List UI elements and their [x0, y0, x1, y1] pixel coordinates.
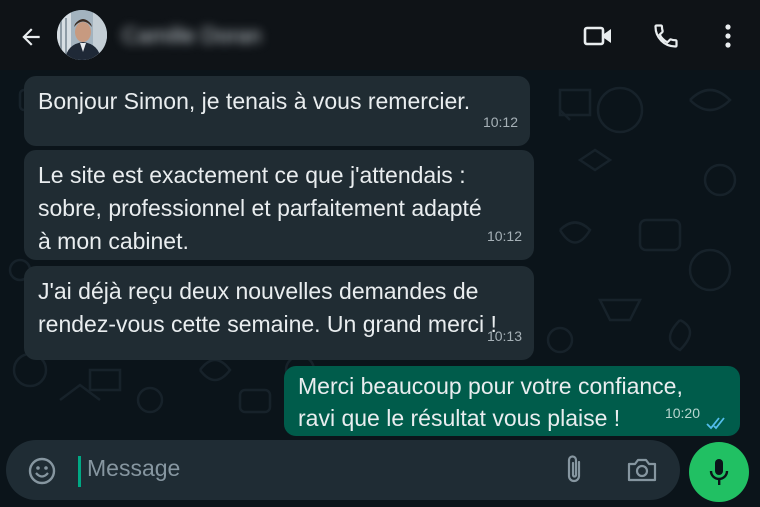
- message-text: J'ai déjà reçu deux nouvelles demandes d…: [38, 278, 497, 337]
- video-camera-icon: [583, 26, 611, 46]
- read-receipt-icon: [706, 417, 725, 430]
- outgoing-message[interactable]: Merci beaucoup pour votre confiance, rav…: [284, 366, 740, 436]
- video-call-button[interactable]: [580, 18, 616, 54]
- avatar-photo: [57, 10, 107, 60]
- back-button[interactable]: [14, 20, 48, 54]
- incoming-message[interactable]: J'ai déjà reçu deux nouvelles demandes d…: [24, 266, 534, 360]
- voice-message-button[interactable]: [689, 442, 749, 502]
- composer-bar: Message: [0, 440, 760, 507]
- paperclip-icon: [567, 455, 581, 483]
- message-time: 10:12: [482, 114, 518, 130]
- text-cursor: [78, 456, 81, 487]
- voice-call-button[interactable]: [648, 18, 684, 54]
- emoji-icon: [28, 457, 56, 485]
- chat-header: Camille Doran: [0, 0, 760, 70]
- message-text: Merci beaucoup pour votre confiance, rav…: [298, 373, 683, 431]
- phone-icon: [654, 24, 678, 48]
- camera-icon: [627, 458, 657, 482]
- attach-button[interactable]: [556, 452, 592, 488]
- message-input[interactable]: Message: [87, 455, 180, 482]
- incoming-message[interactable]: Bonjour Simon, je tenais à vous remercie…: [24, 76, 530, 146]
- contact-name[interactable]: Camille Doran: [122, 23, 261, 49]
- message-text: Bonjour Simon, je tenais à vous remercie…: [38, 88, 471, 114]
- message-time: 10:12: [486, 228, 522, 244]
- message-text: Le site est exactement ce que j'attendai…: [38, 162, 482, 254]
- message-time: 10:13: [486, 328, 522, 344]
- contact-avatar[interactable]: [57, 10, 107, 60]
- camera-button[interactable]: [622, 452, 662, 488]
- menu-button[interactable]: [710, 18, 746, 54]
- message-input-box[interactable]: Message: [6, 440, 680, 500]
- arrow-left-icon: [22, 28, 40, 46]
- emoji-button[interactable]: [24, 453, 60, 489]
- message-time: 10:20: [664, 405, 700, 421]
- message-list[interactable]: Bonjour Simon, je tenais à vous remercie…: [0, 70, 760, 440]
- microphone-icon: [709, 459, 729, 485]
- incoming-message[interactable]: Le site est exactement ce que j'attendai…: [24, 150, 534, 260]
- more-vertical-icon: [725, 24, 731, 48]
